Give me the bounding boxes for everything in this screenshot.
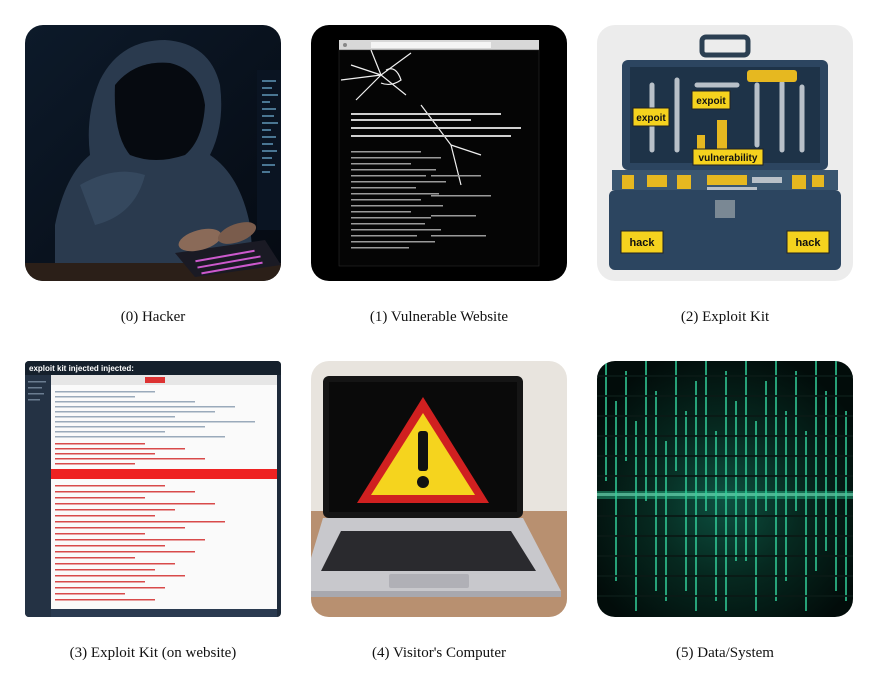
caption-hacker: (0) Hacker	[120, 309, 186, 325]
caption-exploit-kit-on-website: (3) Exploit Kit (on website)	[69, 645, 237, 661]
vulnerable-website-image	[311, 25, 567, 281]
caption-exploit-kit: (2) Exploit Kit	[680, 309, 770, 325]
caption-visitor-computer: (4) Visitor's Computer	[371, 645, 507, 661]
tag-expoit-2: expoit	[696, 96, 726, 107]
hacker-image	[25, 25, 281, 281]
tag-vulnerability: vulnerability	[699, 153, 758, 164]
data-system-image	[597, 361, 853, 617]
exploit-kit-image: expoit expoit vulnerability hack hack	[597, 25, 853, 281]
code-header: exploit kit injected injected:	[29, 364, 134, 373]
exploit-kit-on-website-image: exploit kit injected injected:	[25, 361, 281, 617]
visitor-computer-image	[311, 361, 567, 617]
tag-hack-1: hack	[629, 237, 655, 249]
caption-data-system: (5) Data/System	[676, 645, 774, 661]
tag-expoit-1: expoit	[636, 113, 666, 124]
caption-vulnerable-website: (1) Vulnerable Website	[369, 309, 509, 325]
tag-hack-2: hack	[795, 237, 821, 249]
